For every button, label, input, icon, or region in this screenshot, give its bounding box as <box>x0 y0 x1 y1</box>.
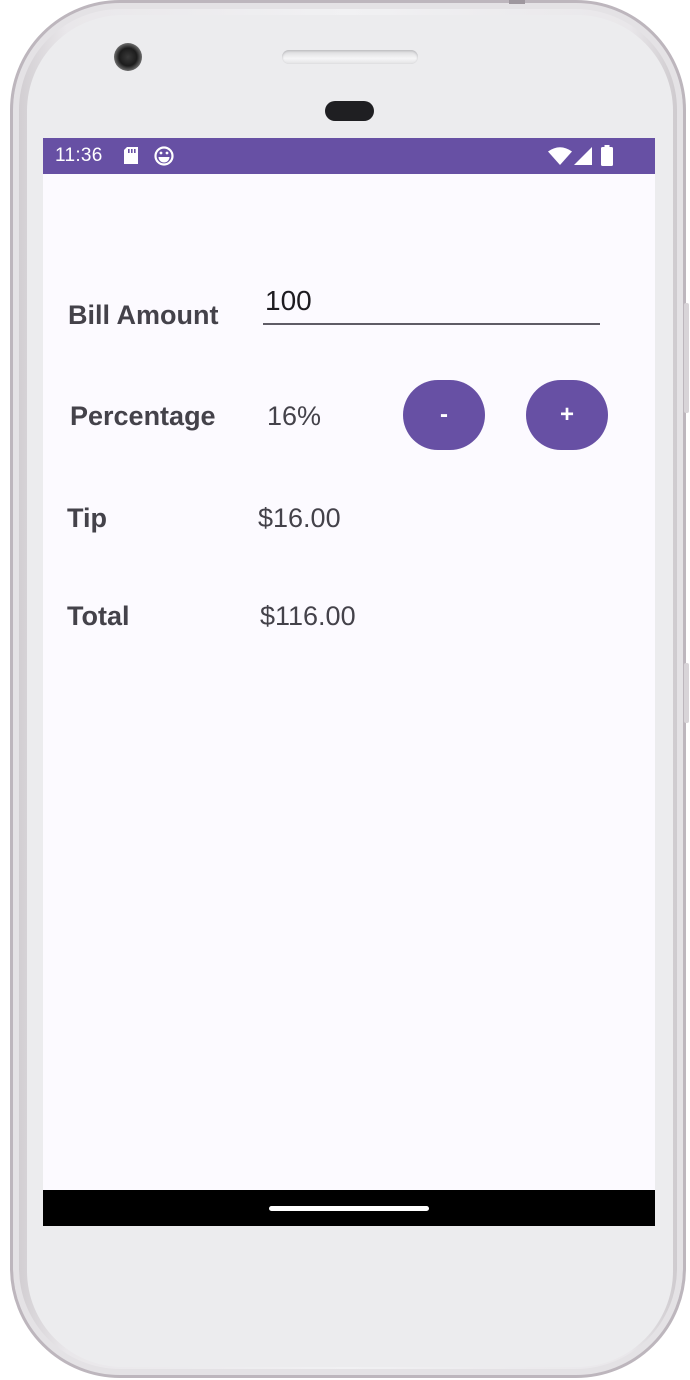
bill-amount-input[interactable] <box>263 281 600 321</box>
increase-percentage-button[interactable]: + <box>526 380 608 450</box>
total-label: Total <box>67 601 130 631</box>
bill-amount-label: Bill Amount <box>68 300 219 330</box>
home-gesture-handle[interactable] <box>269 1206 429 1211</box>
wifi-icon <box>548 147 572 170</box>
sd-card-icon <box>124 147 138 169</box>
bill-amount-field[interactable] <box>263 281 600 325</box>
navigation-bar <box>43 1190 655 1226</box>
proximity-sensor <box>325 101 374 121</box>
front-camera <box>114 43 142 71</box>
app-screen: 11:36 Bill Amount 100 Percentage 16% - +… <box>43 138 655 1226</box>
earpiece-speaker <box>282 50 418 64</box>
battery-icon <box>601 145 613 171</box>
percentage-label: Percentage <box>70 401 216 431</box>
status-time: 11:36 <box>55 145 103 166</box>
decrease-percentage-button[interactable]: - <box>403 380 485 450</box>
percentage-value: 16% <box>267 401 322 431</box>
frame-notch-mark <box>509 0 525 4</box>
debug-icon <box>154 146 174 171</box>
total-value: $116.00 <box>260 601 356 631</box>
tip-value: $16.00 <box>258 503 341 533</box>
power-button <box>684 663 689 723</box>
signal-icon <box>574 147 592 170</box>
volume-button <box>684 303 689 413</box>
tip-label: Tip <box>67 503 107 533</box>
status-bar: 11:36 <box>43 138 655 174</box>
